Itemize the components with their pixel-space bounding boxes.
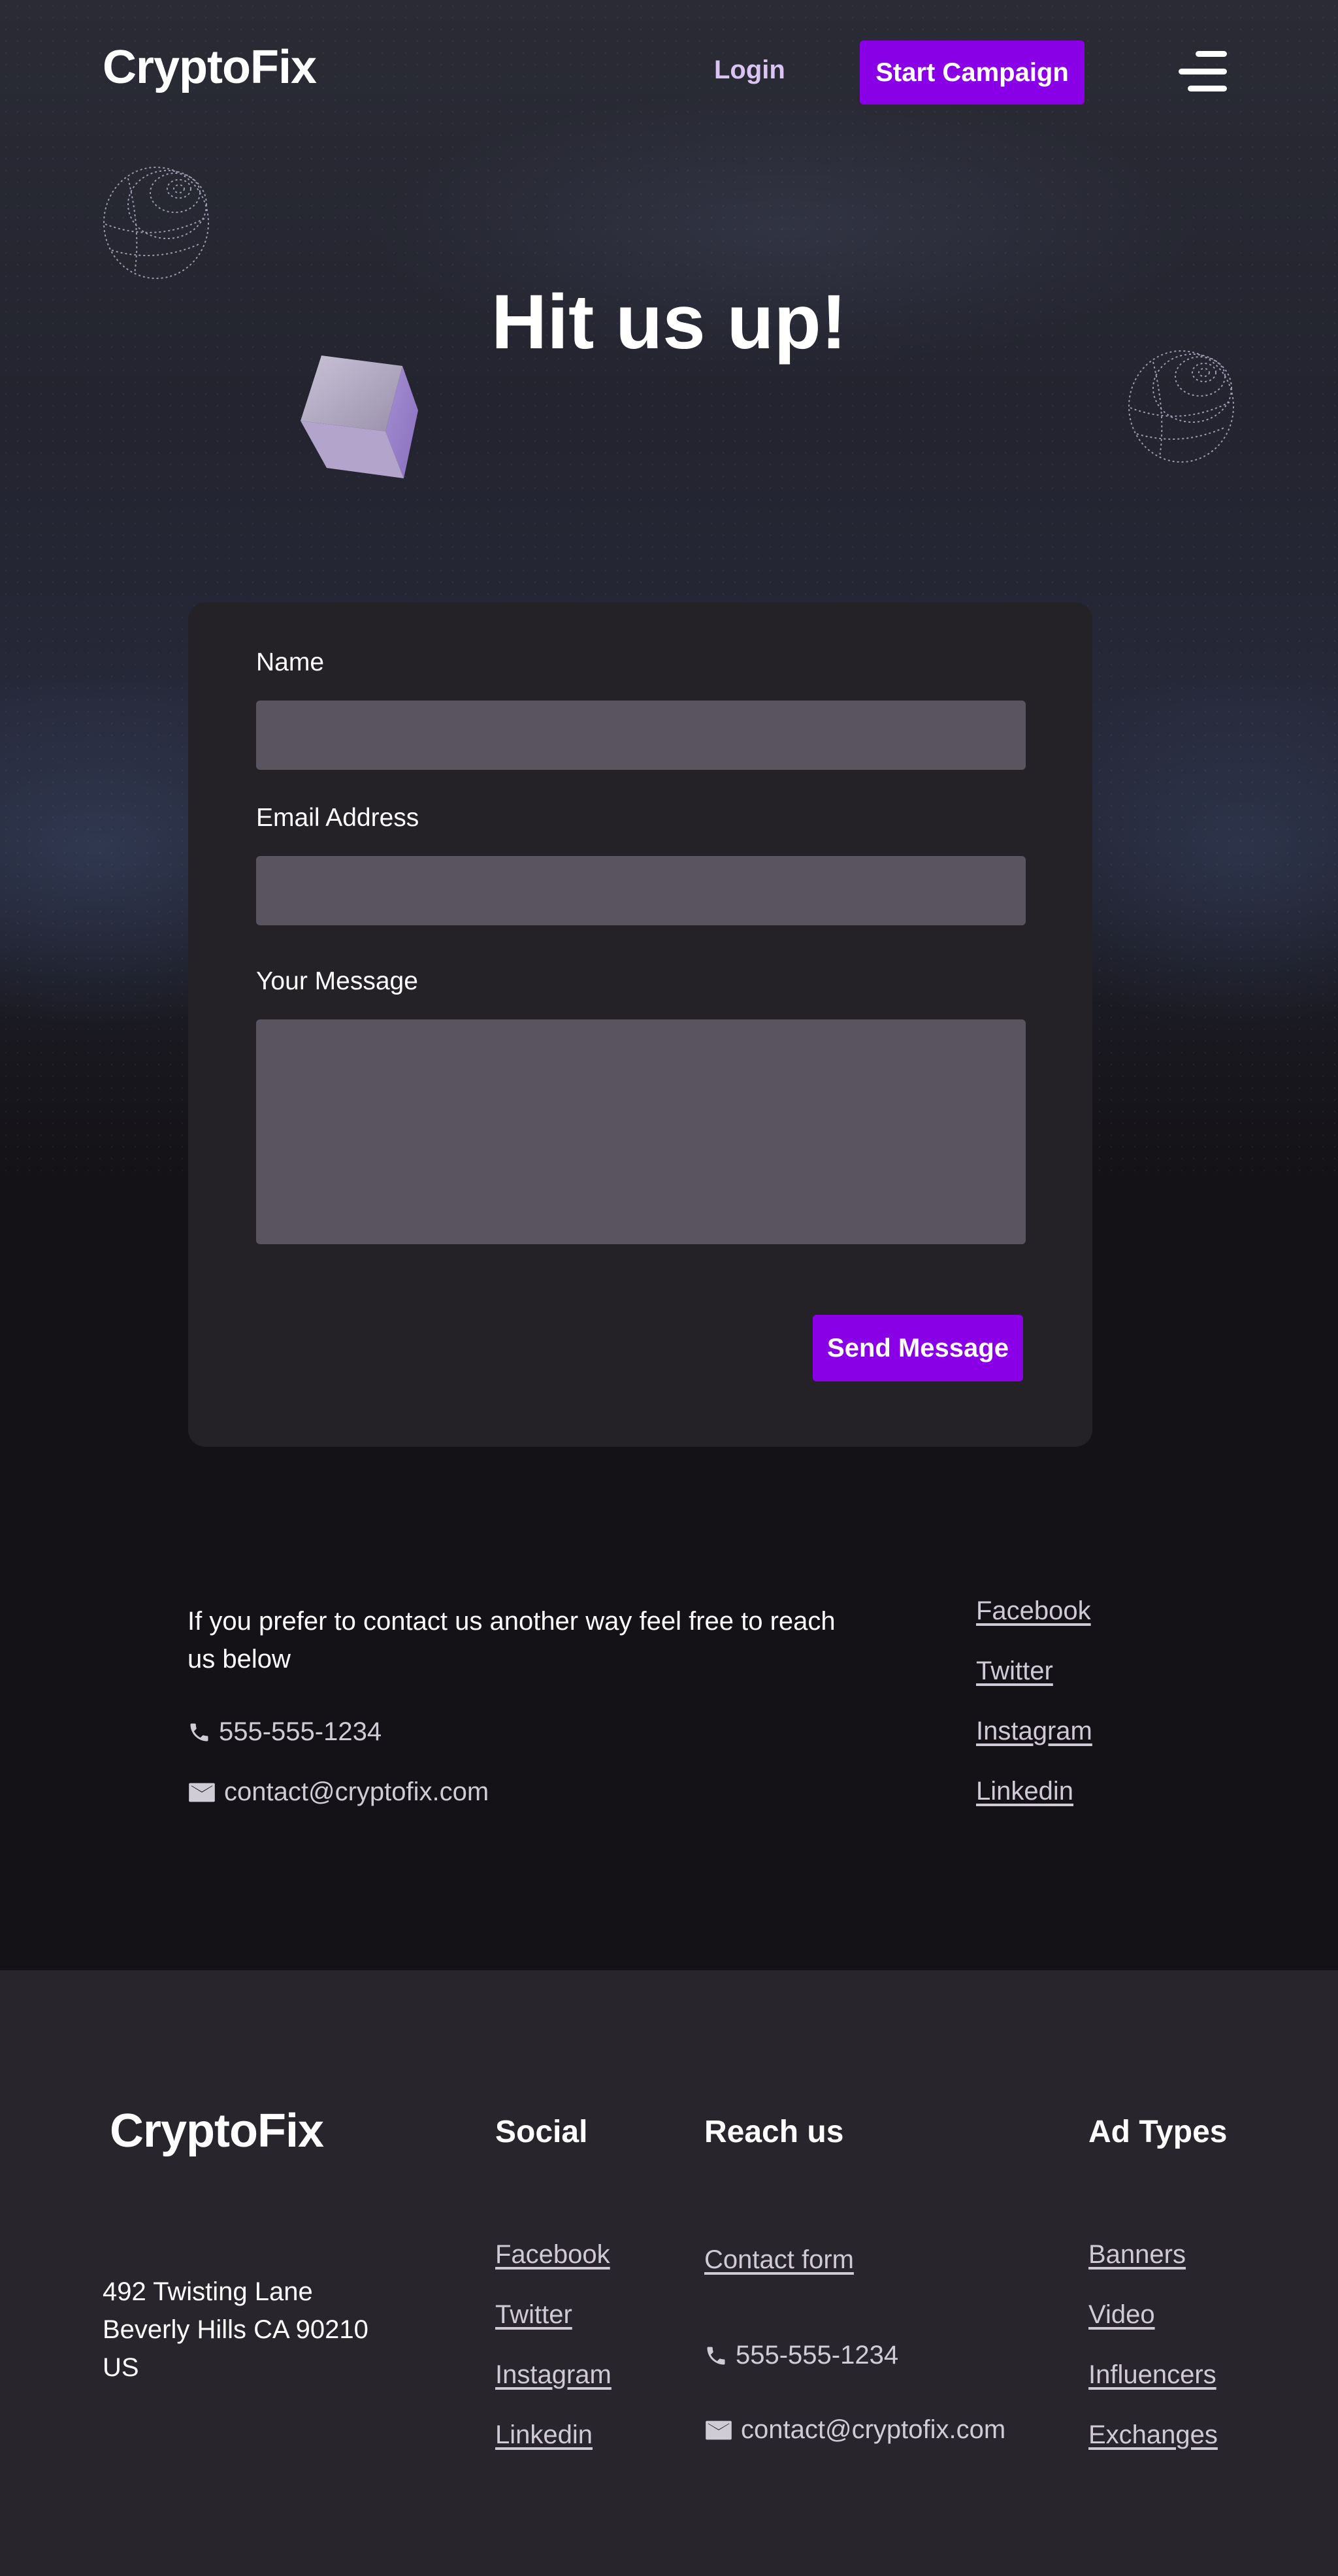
phone-icon — [190, 1723, 208, 1741]
contact-email[interactable]: contact@cryptofix.com — [188, 1777, 489, 1807]
menu-icon[interactable] — [1179, 51, 1227, 91]
footer-link-video[interactable]: Video — [1088, 2300, 1155, 2330]
footer-phone-text: 555-555-1234 — [736, 2341, 899, 2370]
email-label: Email Address — [256, 804, 419, 832]
phone-icon — [707, 2347, 725, 2364]
footer-social-heading: Social — [495, 2115, 588, 2149]
globe-icon — [103, 167, 209, 279]
footer-phone[interactable]: 555-555-1234 — [704, 2341, 898, 2370]
email-input[interactable] — [256, 856, 1026, 925]
footer-link-instagram[interactable]: Instagram — [495, 2360, 612, 2390]
contact-form-card: Name Email Address Your Message Send Mes… — [188, 603, 1092, 1447]
footer-email[interactable]: contact@cryptofix.com — [704, 2415, 1005, 2445]
address-line: US — [103, 2353, 139, 2382]
logo[interactable]: CryptoFix — [103, 41, 317, 94]
contact-phone[interactable]: 555-555-1234 — [188, 1717, 382, 1747]
message-label: Your Message — [256, 967, 418, 995]
footer-email-text: contact@cryptofix.com — [741, 2415, 1006, 2444]
contact-email-text: contact@cryptofix.com — [224, 1777, 489, 1806]
cube-icon — [301, 355, 418, 478]
footer-link-twitter[interactable]: Twitter — [495, 2300, 572, 2330]
mail-icon — [706, 2420, 732, 2439]
mail-icon — [189, 1783, 215, 1802]
contact-link-twitter[interactable]: Twitter — [976, 1657, 1053, 1686]
contact-intro-text: If you prefer to contact us another way … — [188, 1607, 836, 1674]
contact-link-facebook[interactable]: Facebook — [976, 1596, 1091, 1626]
address-line: Beverly Hills CA 90210 — [103, 2315, 368, 2344]
footer-link-influencers[interactable]: Influencers — [1088, 2360, 1216, 2390]
name-input[interactable] — [256, 701, 1026, 770]
send-message-button[interactable]: Send Message — [813, 1315, 1023, 1381]
footer-logo[interactable]: CryptoFix — [110, 2104, 324, 2158]
address-line: 492 Twisting Lane — [103, 2277, 313, 2306]
footer-adtypes-heading: Ad Types — [1088, 2115, 1228, 2149]
contact-link-linkedin[interactable]: Linkedin — [976, 1777, 1073, 1806]
footer-link-linkedin[interactable]: Linkedin — [495, 2420, 593, 2450]
footer-link-exchanges[interactable]: Exchanges — [1088, 2420, 1218, 2450]
login-link[interactable]: Login — [714, 56, 785, 85]
contact-phone-text: 555-555-1234 — [219, 1717, 382, 1746]
page-title: Hit us up! — [491, 279, 847, 365]
footer-link-banners[interactable]: Banners — [1088, 2240, 1186, 2270]
name-label: Name — [256, 648, 325, 676]
contact-link-instagram[interactable]: Instagram — [976, 1717, 1092, 1746]
footer-address: 492 Twisting Lane Beverly Hills CA 90210… — [103, 2273, 368, 2386]
start-campaign-button[interactable]: Start Campaign — [860, 41, 1085, 105]
footer-contact-form-link[interactable]: Contact form — [704, 2245, 854, 2275]
footer-link-facebook[interactable]: Facebook — [495, 2240, 610, 2270]
footer-reach-heading: Reach us — [704, 2115, 844, 2149]
message-textarea[interactable] — [256, 1019, 1026, 1244]
